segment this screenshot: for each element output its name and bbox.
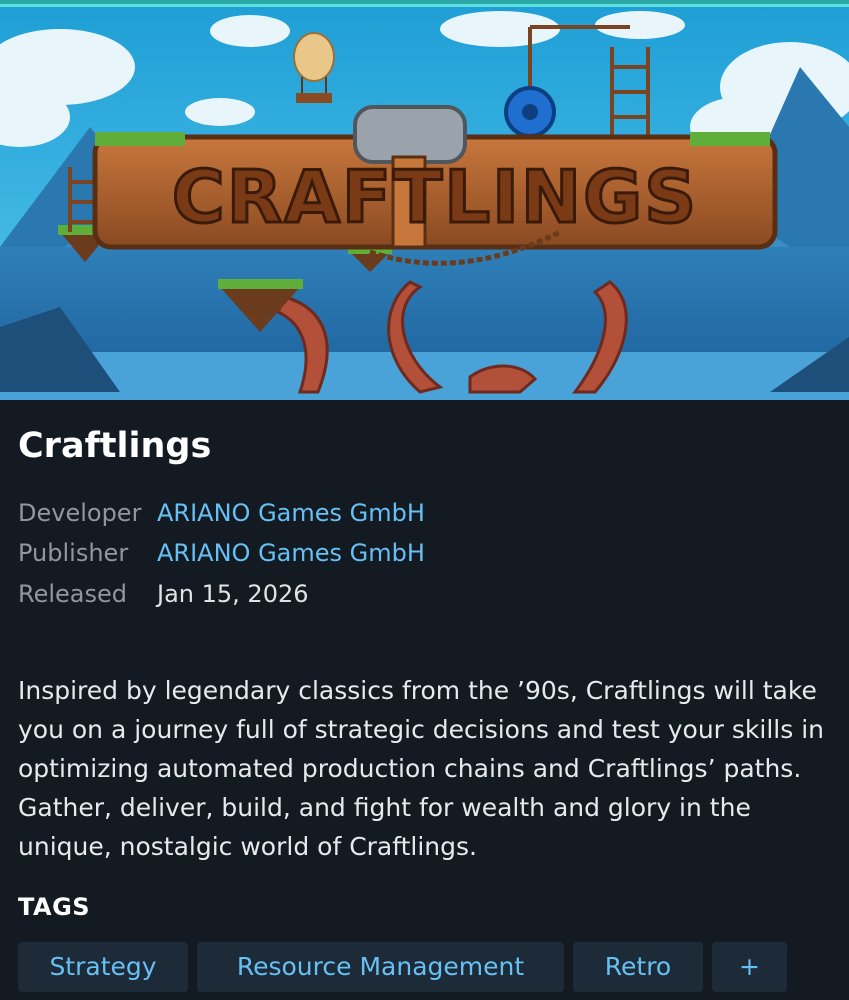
plus-icon: +	[739, 952, 760, 981]
game-description: Inspired by legendary classics from the …	[18, 676, 824, 861]
release-date: Jan 15, 2026	[157, 580, 309, 608]
tag-retro[interactable]: Retro	[573, 942, 703, 992]
developer-link[interactable]: ARIANO Games GmbH	[157, 497, 425, 529]
publisher-label: Publisher	[18, 539, 129, 567]
tag-resource-management[interactable]: Resource Management	[197, 942, 564, 992]
release-row: Released Jan 15, 2026	[18, 578, 309, 610]
publisher-link[interactable]: ARIANO Games GmbH	[157, 537, 425, 569]
game-title: Craftlings	[18, 426, 212, 466]
store-page: CRAFTLINGS Craftlings Developer ARIANO G…	[0, 0, 849, 1000]
publisher-row: Publisher ARIANO Games GmbH	[18, 537, 425, 569]
game-capsule-image: CRAFTLINGS	[0, 4, 849, 400]
developer-row: Developer ARIANO Games GmbH	[18, 497, 425, 529]
tag-strategy[interactable]: Strategy	[18, 942, 188, 992]
developer-label: Developer	[18, 499, 142, 527]
released-label: Released	[18, 580, 128, 608]
tags-heading: TAGS	[18, 893, 91, 921]
logo-text: CRAFTLINGS	[172, 155, 698, 239]
more-tags-button[interactable]: +	[712, 942, 787, 992]
